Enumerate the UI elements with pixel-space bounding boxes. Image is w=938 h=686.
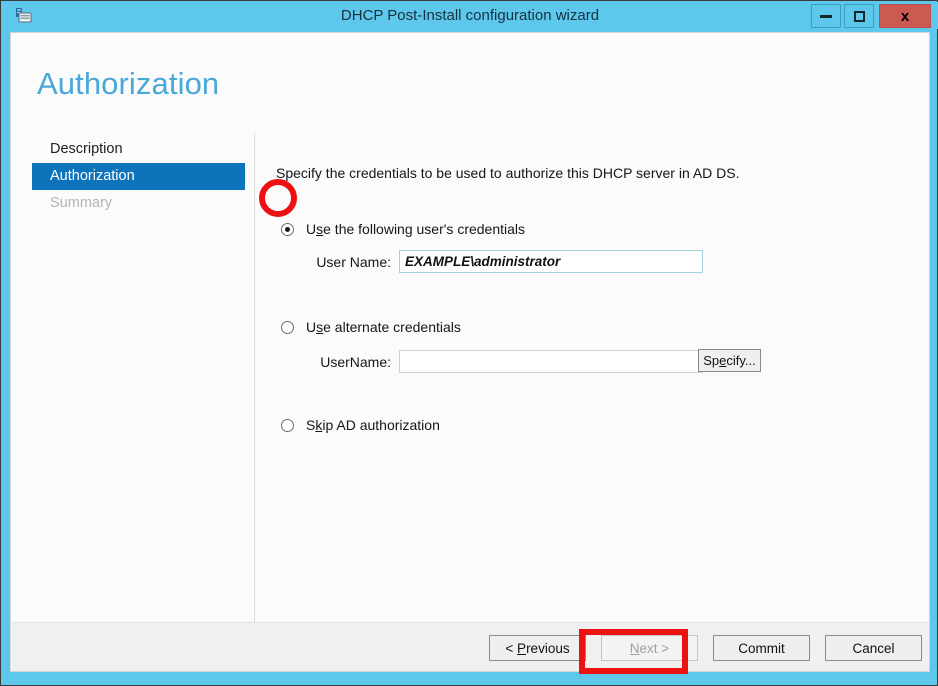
alternate-user-name-field-row: UserName: bbox=[296, 350, 703, 373]
wizard-step-list: Description Authorization Summary bbox=[32, 136, 245, 217]
maximize-button[interactable] bbox=[844, 4, 874, 28]
commit-button[interactable]: Commit bbox=[713, 635, 810, 661]
alternate-user-name-label: UserName: bbox=[296, 354, 391, 370]
user-name-label: User Name: bbox=[296, 254, 391, 270]
sidebar-divider bbox=[254, 133, 255, 627]
previous-button[interactable]: < Previous bbox=[489, 635, 586, 661]
window-title: DHCP Post-Install configuration wizard bbox=[2, 2, 938, 29]
user-name-field-row: User Name: bbox=[296, 250, 703, 273]
title-bar: DHCP Post-Install configuration wizard x bbox=[2, 2, 938, 29]
minimize-icon bbox=[820, 15, 832, 18]
sidebar-item-authorization[interactable]: Authorization bbox=[32, 163, 245, 190]
wizard-footer: < Previous Next > Commit Cancel bbox=[12, 622, 929, 672]
option-use-alternate-credentials[interactable]: Use alternate credentials bbox=[281, 319, 461, 335]
use-following-credentials-radio[interactable] bbox=[281, 223, 294, 236]
page-title: Authorization bbox=[37, 66, 219, 102]
option-skip-ad-authorization[interactable]: Skip AD authorization bbox=[281, 417, 440, 433]
use-alternate-credentials-radio[interactable] bbox=[281, 321, 294, 334]
sidebar-item-description[interactable]: Description bbox=[32, 136, 245, 163]
cancel-button[interactable]: Cancel bbox=[825, 635, 922, 661]
user-name-input[interactable] bbox=[399, 250, 703, 273]
skip-ad-authorization-radio[interactable] bbox=[281, 419, 294, 432]
minimize-button[interactable] bbox=[811, 4, 841, 28]
next-button[interactable]: Next > bbox=[601, 635, 698, 661]
wizard-window: DHCP Post-Install configuration wizard x… bbox=[0, 0, 938, 686]
sidebar-item-summary[interactable]: Summary bbox=[32, 190, 245, 217]
maximize-icon bbox=[854, 11, 865, 22]
option-use-following-credentials[interactable]: Use the following user's credentials bbox=[281, 221, 525, 237]
wizard-client-area: Authorization Description Authorization … bbox=[10, 32, 930, 672]
skip-ad-authorization-label: Skip AD authorization bbox=[306, 417, 440, 433]
intro-text: Specify the credentials to be used to au… bbox=[276, 165, 740, 181]
alternate-user-name-input[interactable] bbox=[399, 350, 703, 373]
specify-button[interactable]: Specify... bbox=[698, 349, 761, 372]
use-alternate-credentials-label: Use alternate credentials bbox=[306, 319, 461, 335]
close-button[interactable]: x bbox=[879, 4, 931, 28]
use-following-credentials-label: Use the following user's credentials bbox=[306, 221, 525, 237]
